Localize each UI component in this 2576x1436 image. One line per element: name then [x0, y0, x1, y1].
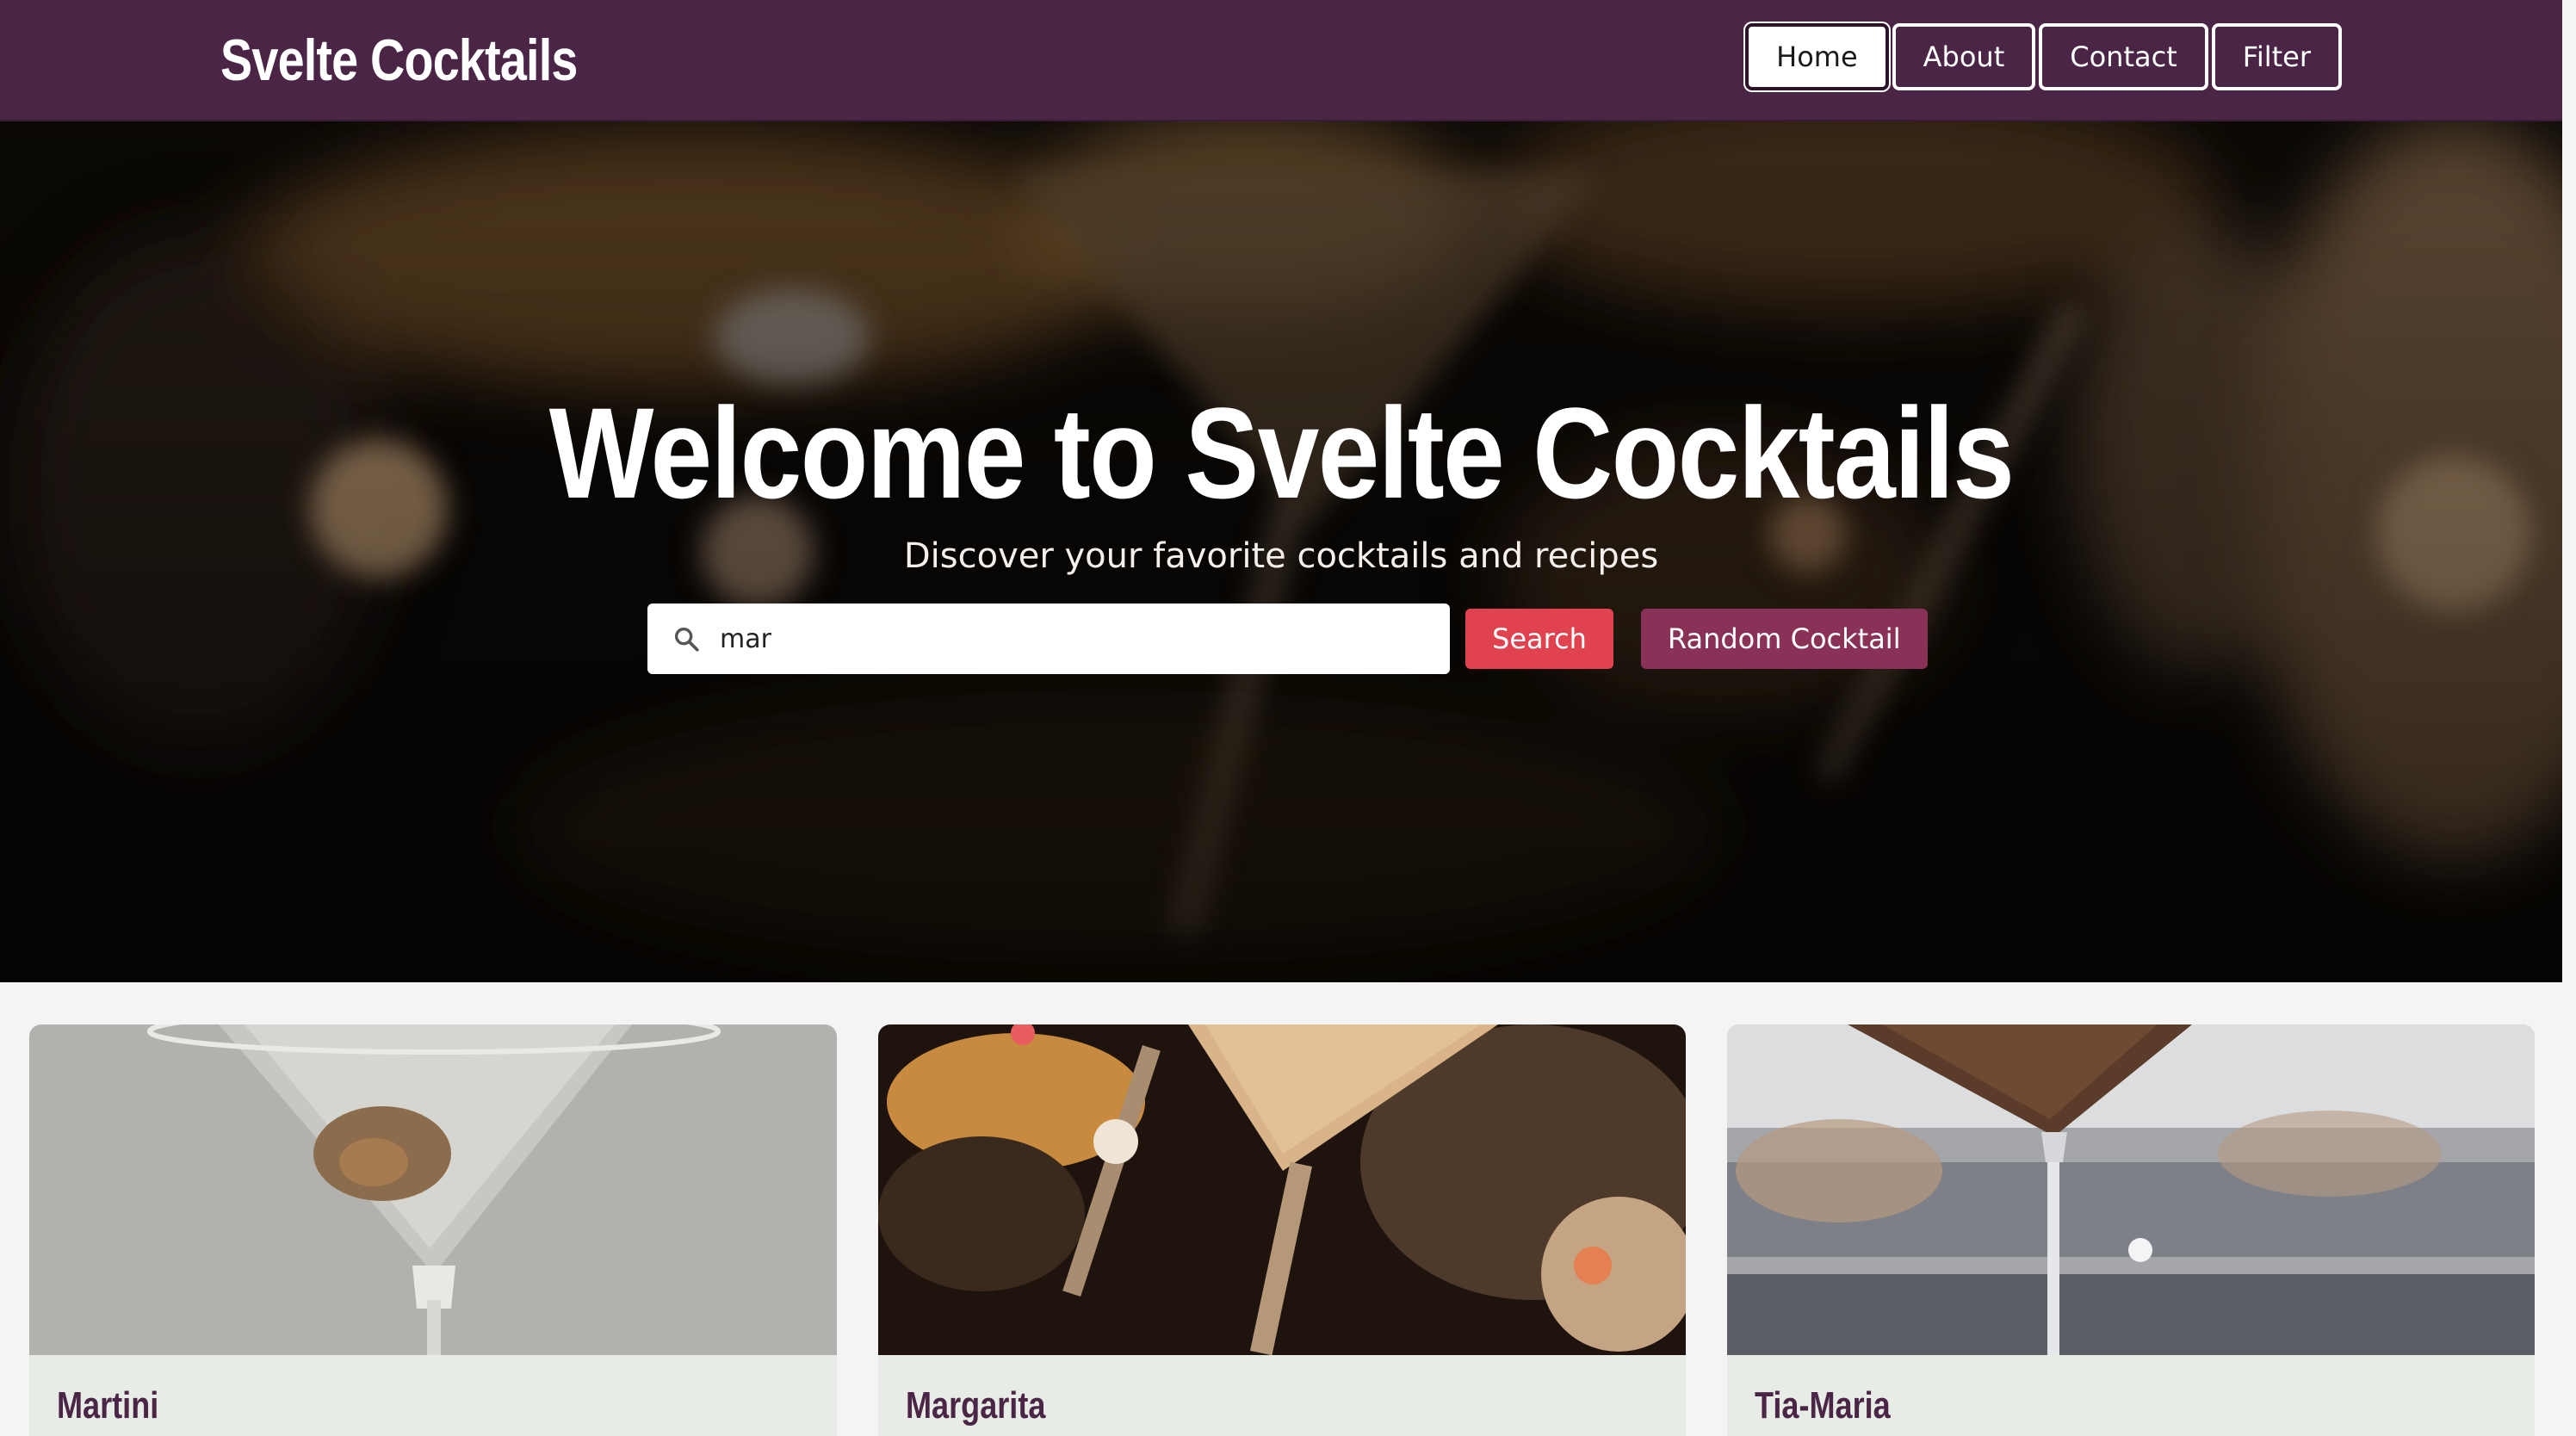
site-brand[interactable]: Svelte Cocktails — [220, 24, 578, 96]
cocktail-name: Martini — [57, 1384, 159, 1427]
search-input[interactable] — [720, 613, 1426, 665]
cocktail-card-martini[interactable]: Martini — [29, 1024, 837, 1436]
cocktail-name: Margarita — [906, 1384, 1046, 1427]
cocktail-image — [1727, 1024, 2535, 1355]
search-bar: Search Random Cocktail — [647, 603, 1928, 674]
hero-subtitle: Discover your favorite cocktails and rec… — [903, 536, 1659, 576]
hero-section: Welcome to Svelte Cocktails Discover you… — [0, 121, 2576, 982]
cocktail-image — [29, 1024, 837, 1355]
nav-about-button[interactable]: About — [1892, 23, 2036, 90]
nav-filter-button[interactable]: Filter — [2211, 23, 2342, 90]
nav-home-button[interactable]: Home — [1745, 23, 1889, 90]
cocktail-results: Martini Margarita Tia-Maria — [29, 1024, 2535, 1436]
search-icon — [674, 627, 699, 652]
cocktail-card-tia-maria[interactable]: Tia-Maria — [1727, 1024, 2535, 1436]
page-scrollbar-track[interactable] — [2562, 0, 2576, 1436]
random-cocktail-button[interactable]: Random Cocktail — [1640, 609, 1928, 669]
search-button[interactable]: Search — [1465, 609, 1613, 669]
cocktail-name: Tia-Maria — [1755, 1384, 1891, 1427]
hero-title: Welcome to Svelte Cocktails — [548, 381, 2015, 525]
search-field-wrapper[interactable] — [647, 603, 1450, 674]
top-navbar: Svelte Cocktails Home About Contact Filt… — [0, 0, 2576, 121]
nav-contact-button[interactable]: Contact — [2039, 23, 2208, 90]
main-nav: Home About Contact Filter — [1745, 23, 2342, 90]
cocktail-image — [878, 1024, 1686, 1355]
cocktail-card-margarita[interactable]: Margarita — [878, 1024, 1686, 1436]
